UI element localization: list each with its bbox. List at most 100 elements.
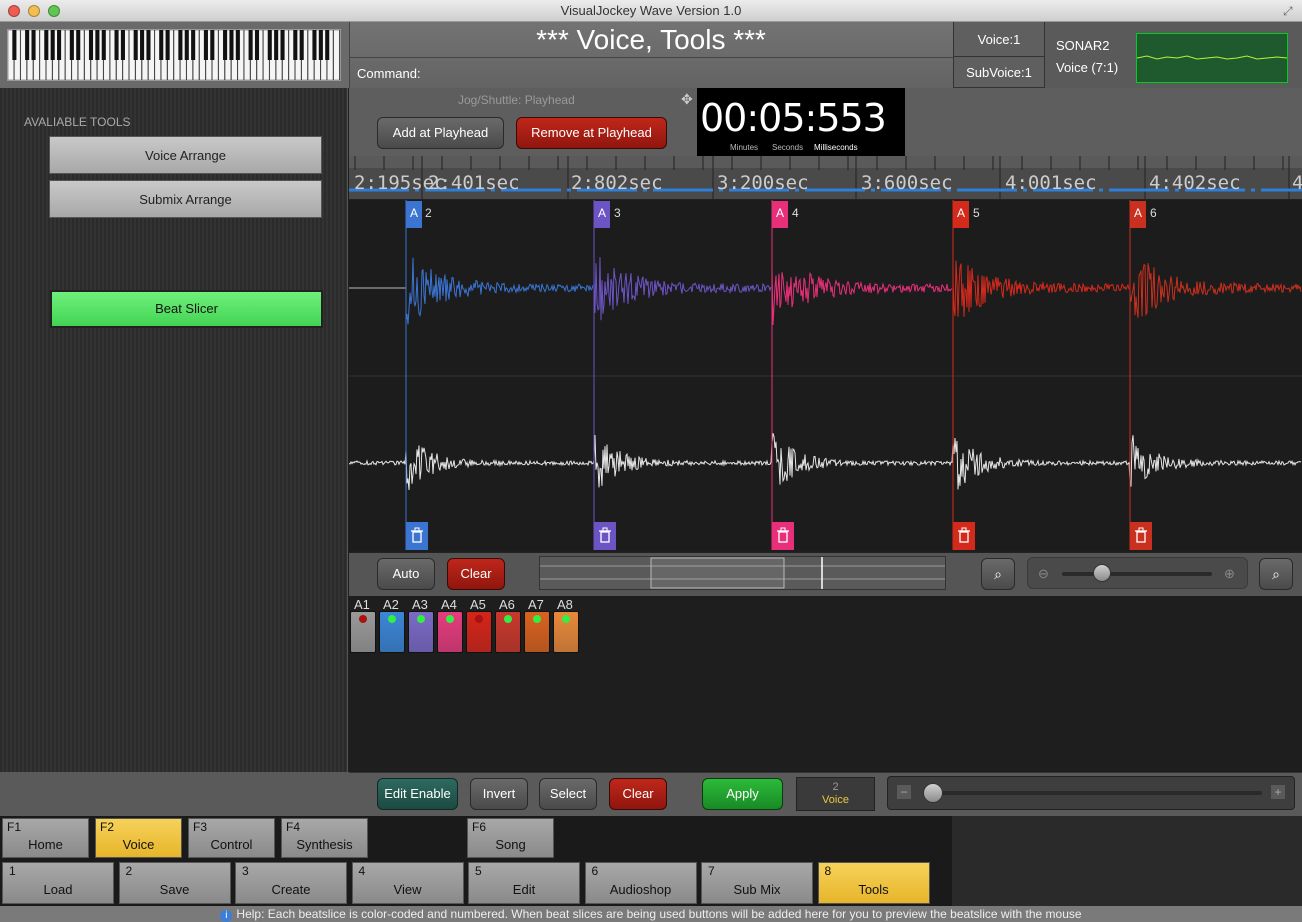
trash-icon[interactable] [772, 522, 794, 550]
trash-icon[interactable] [953, 522, 975, 550]
invert-button[interactable]: Invert [470, 778, 528, 810]
slice-marker-flag[interactable]: A [406, 201, 422, 228]
piano-black-key[interactable] [165, 30, 170, 60]
trash-glyph[interactable] [953, 522, 975, 550]
zoom-slider-thumb[interactable] [1093, 564, 1111, 582]
fkey-synthesis[interactable]: F4 Synthesis [281, 818, 368, 858]
edit-enable-button[interactable]: Edit Enable [377, 778, 458, 810]
piano-black-key[interactable] [248, 30, 253, 60]
tab-edit[interactable]: 5 Edit [468, 862, 580, 904]
slice-pad-button[interactable] [466, 611, 492, 653]
piano-black-key[interactable] [76, 30, 81, 60]
trash-icon[interactable] [594, 522, 616, 550]
piano-black-key[interactable] [95, 30, 100, 60]
slice-pad-button[interactable] [408, 611, 434, 653]
slice-marker-flag[interactable]: A [594, 201, 610, 228]
piano-black-key[interactable] [178, 30, 183, 60]
zoom-window-icon[interactable] [48, 5, 60, 17]
zoom-slider[interactable]: ⊖ ⊕ [1027, 557, 1248, 589]
piano-black-key[interactable] [293, 30, 298, 60]
piano-black-key[interactable] [69, 30, 74, 60]
overview-wave[interactable] [540, 557, 945, 589]
piano-keyboard[interactable] [7, 29, 341, 81]
minimize-window-icon[interactable] [28, 5, 40, 17]
add-at-playhead-button[interactable]: Add at Playhead [377, 117, 504, 149]
slice-pad-button[interactable] [379, 611, 405, 653]
tab-load[interactable]: 1 Load [2, 862, 114, 904]
piano-white-key[interactable] [333, 29, 340, 81]
piano-black-key[interactable] [280, 30, 285, 60]
close-window-icon[interactable] [8, 5, 20, 17]
piano-black-key[interactable] [50, 30, 55, 60]
piano-black-key[interactable] [25, 30, 30, 60]
piano-black-key[interactable] [325, 30, 330, 60]
slice-pad-button[interactable] [524, 611, 550, 653]
edit-slider-thumb[interactable] [923, 783, 943, 803]
slice-marker-flag[interactable]: A [953, 201, 969, 228]
tab-tools[interactable]: 8 Tools [817, 862, 930, 904]
clear-edit-button[interactable]: Clear [609, 778, 667, 810]
beat-slicer-button[interactable]: Beat Slicer [50, 290, 323, 328]
piano-black-key[interactable] [31, 30, 36, 60]
piano-black-key[interactable] [120, 30, 125, 60]
piano-black-key[interactable] [133, 30, 138, 60]
tab-audioshop[interactable]: 6 Audioshop [584, 862, 697, 904]
move-cursor-icon[interactable]: ✥ [681, 91, 693, 108]
slice-pad-button[interactable] [495, 611, 521, 653]
piano-black-key[interactable] [12, 30, 17, 60]
tab-create[interactable]: 3 Create [235, 862, 347, 904]
tab-sub-mix[interactable]: 7 Sub Mix [701, 862, 813, 904]
piano-black-key[interactable] [267, 30, 272, 60]
select-button[interactable]: Select [539, 778, 597, 810]
edit-slider-track-line[interactable] [932, 791, 1262, 795]
voice-arrange-button[interactable]: Voice Arrange [49, 136, 322, 174]
piano-black-key[interactable] [88, 30, 94, 60]
piano-black-key[interactable] [254, 30, 260, 60]
submix-arrange-button[interactable]: Submix Arrange [49, 180, 322, 218]
search-icon[interactable]: ⌕ [1259, 558, 1293, 590]
remove-at-playhead-button[interactable]: Remove at Playhead [516, 117, 667, 149]
piano-black-key[interactable] [235, 30, 240, 60]
piano-black-key[interactable] [318, 30, 323, 60]
piano-black-key[interactable] [223, 30, 228, 60]
tab-save[interactable]: 2 Save [118, 862, 231, 904]
piano-black-key[interactable] [203, 30, 208, 60]
piano-black-key[interactable] [159, 30, 164, 60]
waveform-display[interactable] [348, 200, 1302, 550]
slice-pad-button[interactable] [553, 611, 579, 653]
waveform-editor[interactable] [348, 200, 1302, 550]
piano-black-key[interactable] [229, 30, 234, 60]
piano-keys-icon[interactable] [7, 29, 340, 81]
slice-marker-flag[interactable]: A [772, 201, 788, 228]
trash-glyph[interactable] [1130, 522, 1152, 550]
piano-black-key[interactable] [101, 30, 106, 60]
trash-glyph[interactable] [594, 522, 616, 550]
piano-black-key[interactable] [146, 30, 151, 60]
piano-black-key[interactable] [274, 30, 279, 60]
piano-black-key[interactable] [299, 30, 304, 60]
slice-pad-button[interactable] [437, 611, 463, 653]
fkey-home[interactable]: F1 Home [2, 818, 89, 858]
slice-marker-flag[interactable]: A [1130, 201, 1146, 228]
piano-black-key[interactable] [184, 30, 189, 60]
piano-black-key[interactable] [57, 30, 62, 60]
auto-button[interactable]: Auto [377, 558, 435, 590]
fkey-voice[interactable]: F2 Voice [95, 818, 182, 858]
slice-pad-button[interactable] [350, 611, 376, 653]
zoom-fit-icon[interactable]: ⌕ [981, 558, 1015, 590]
piano-black-key[interactable] [140, 30, 145, 60]
trash-glyph[interactable] [406, 522, 428, 550]
clear-slices-button[interactable]: Clear [447, 558, 505, 590]
fkey-control[interactable]: F3 Control [188, 818, 275, 858]
piano-black-key[interactable] [210, 30, 215, 60]
plus-icon[interactable]: + [1271, 785, 1285, 799]
tab-view[interactable]: 4 View [351, 862, 464, 904]
zoom-in-icon[interactable]: ⊕ [1224, 566, 1235, 582]
zoom-track[interactable] [1062, 572, 1212, 576]
piano-black-key[interactable] [114, 30, 119, 60]
piano-black-key[interactable] [44, 30, 49, 60]
minus-icon[interactable]: − [897, 785, 911, 799]
zoom-out-icon[interactable]: ⊖ [1038, 566, 1049, 582]
edit-slider[interactable]: − + [887, 776, 1295, 810]
trash-icon[interactable] [406, 522, 428, 550]
